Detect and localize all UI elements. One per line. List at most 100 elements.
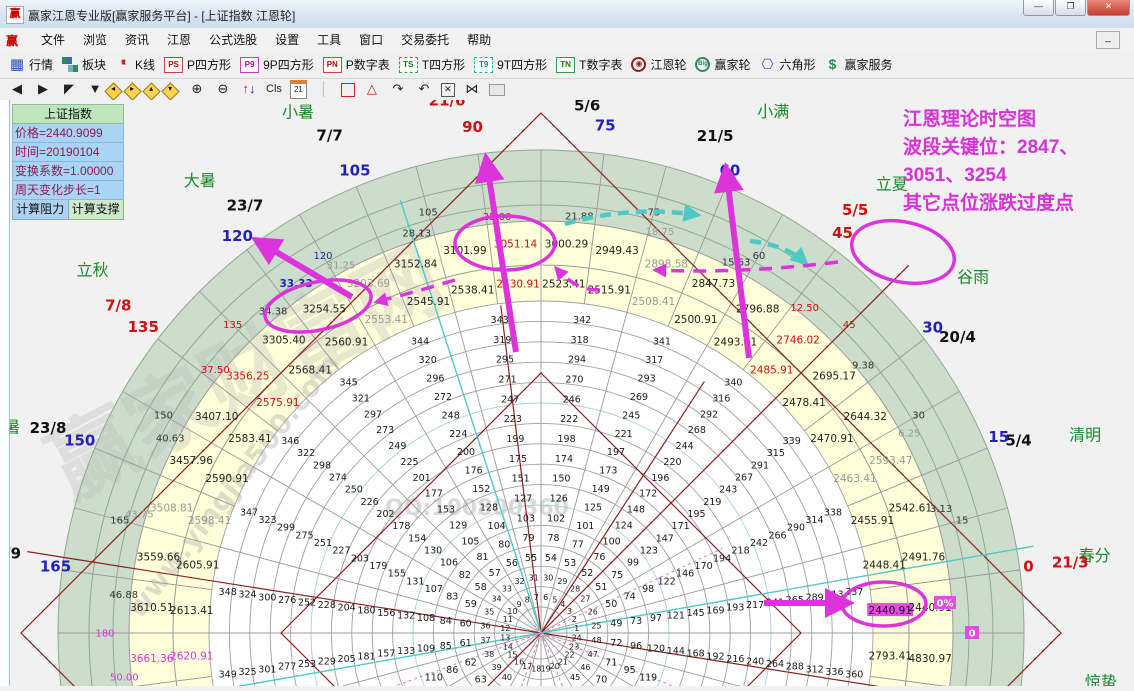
- pointer-up-icon[interactable]: ◤: [60, 80, 78, 99]
- svg-text:133: 133: [397, 646, 415, 657]
- updown-scale-icon[interactable]: ↑↓: [240, 80, 258, 99]
- shrink-icon[interactable]: ⋈: [463, 80, 481, 99]
- toolbar-t-square[interactable]: TST四方形: [399, 56, 465, 73]
- next-arrow-icon[interactable]: ▶: [34, 80, 52, 99]
- svg-text:2538.41: 2538.41: [451, 284, 494, 296]
- svg-text:60: 60: [753, 251, 766, 262]
- svg-text:197: 197: [607, 447, 625, 458]
- svg-text:3559.66: 3559.66: [137, 552, 181, 564]
- svg-text:122: 122: [658, 576, 676, 587]
- svg-text:2605.91: 2605.91: [176, 559, 219, 571]
- toolbar-gann-wheel[interactable]: ◉江恩轮: [631, 56, 686, 73]
- calendar-icon[interactable]: 21: [290, 80, 307, 99]
- svg-text:29: 29: [557, 577, 567, 586]
- pointer-down-icon[interactable]: ▼: [86, 80, 104, 99]
- svg-text:2593.47: 2593.47: [869, 455, 912, 467]
- close-button[interactable]: ✕: [1087, 0, 1130, 16]
- svg-text:3661.36: 3661.36: [130, 653, 174, 665]
- toolbar-9t-square[interactable]: T99T四方形: [474, 56, 547, 73]
- svg-text:30: 30: [922, 318, 943, 336]
- svg-text:220: 220: [663, 457, 681, 468]
- rotate-cw-icon[interactable]: ↷: [389, 80, 407, 99]
- tn-table-icon: TN: [556, 57, 575, 73]
- svg-text:266: 266: [768, 530, 786, 541]
- toolbar-t-table[interactable]: TNT数字表: [556, 56, 622, 73]
- svg-text:345: 345: [340, 378, 358, 389]
- prev-arrow-icon[interactable]: ◀: [8, 80, 26, 99]
- svg-text:324: 324: [238, 590, 256, 601]
- toolbar-quotes[interactable]: ▦行情: [9, 56, 53, 73]
- expand-icon[interactable]: ✕: [441, 83, 455, 97]
- svg-text:惊蛰: 惊蛰: [1085, 673, 1117, 686]
- minimize-button[interactable]: —: [1023, 0, 1054, 16]
- menu-trade[interactable]: 交易委托: [392, 29, 458, 50]
- menu-browse[interactable]: 浏览: [74, 29, 116, 50]
- menu-formula-stock-pick[interactable]: 公式选股: [200, 29, 266, 50]
- svg-text:37.50: 37.50: [201, 365, 230, 376]
- toolbar-9p-square[interactable]: P99P四方形: [240, 56, 314, 73]
- svg-text:252: 252: [298, 598, 316, 609]
- svg-text:50: 50: [605, 599, 617, 610]
- toolbar-p-table[interactable]: PNP数字表: [323, 56, 390, 73]
- svg-text:251: 251: [314, 538, 332, 549]
- menu-window[interactable]: 窗口: [350, 29, 392, 50]
- svg-text:3305.40: 3305.40: [262, 334, 305, 346]
- maximize-button[interactable]: ❐: [1055, 0, 1086, 16]
- svg-text:270: 270: [565, 375, 583, 386]
- svg-text:100: 100: [603, 536, 621, 547]
- calc-resistance-button[interactable]: 计算阻力: [12, 200, 69, 220]
- square-tool-icon[interactable]: [341, 83, 355, 97]
- triangle-tool-icon[interactable]: △: [363, 80, 381, 99]
- svg-text:192: 192: [706, 651, 724, 662]
- svg-text:321: 321: [352, 393, 370, 404]
- toolbar-p-square[interactable]: PSP四方形: [164, 56, 231, 73]
- svg-text:24: 24: [572, 633, 582, 642]
- menu-news[interactable]: 资讯: [116, 29, 158, 50]
- svg-text:2448.41: 2448.41: [863, 559, 906, 571]
- toolbar-sectors[interactable]: 板块: [62, 56, 106, 73]
- svg-text:292: 292: [700, 409, 718, 420]
- svg-text:198: 198: [558, 434, 576, 445]
- calc-support-button[interactable]: 计算支撑: [69, 200, 125, 220]
- toolbar-service[interactable]: $赢家服务: [825, 56, 893, 73]
- svg-text:6.25: 6.25: [898, 429, 920, 440]
- menu-file[interactable]: 文件: [32, 29, 74, 50]
- svg-text:272: 272: [434, 392, 452, 403]
- svg-text:216: 216: [726, 654, 744, 665]
- svg-text:84: 84: [440, 616, 452, 627]
- toolbar-hexagon[interactable]: ⎔六角形: [760, 56, 816, 73]
- svg-text:132: 132: [397, 611, 415, 622]
- info-panel: 上证指数 价格=2440.9099 时间=20190104 变换系数=1.000…: [12, 104, 124, 220]
- svg-text:72: 72: [610, 638, 622, 649]
- svg-text:76: 76: [593, 552, 605, 563]
- svg-text:168: 168: [687, 649, 705, 660]
- svg-text:37: 37: [480, 636, 490, 645]
- svg-text:12.50: 12.50: [790, 303, 819, 314]
- svg-text:205: 205: [338, 654, 356, 665]
- svg-text:39: 39: [491, 663, 501, 672]
- zoom-in-icon[interactable]: ⊕: [188, 80, 206, 99]
- screen-icon[interactable]: [489, 84, 505, 96]
- move-right-diamond-icon[interactable]: ▸: [123, 82, 141, 100]
- menu-gann[interactable]: 江恩: [158, 29, 200, 50]
- svg-text:320: 320: [419, 355, 437, 366]
- svg-text:0: 0: [1023, 557, 1033, 575]
- svg-text:30: 30: [912, 411, 925, 422]
- svg-text:106: 106: [440, 558, 458, 569]
- menu-settings[interactable]: 设置: [266, 29, 308, 50]
- toolbar-winner-wheel[interactable]: Big赢家轮: [695, 56, 750, 73]
- svg-text:288: 288: [786, 662, 804, 673]
- move-up-diamond-icon[interactable]: ▴: [142, 82, 160, 100]
- menu-tools[interactable]: 工具: [308, 29, 350, 50]
- svg-text:32: 32: [514, 577, 524, 586]
- svg-text:7/8: 7/8: [105, 296, 131, 314]
- menu-help[interactable]: 帮助: [458, 29, 500, 50]
- mdi-minimize-button[interactable]: _: [1096, 31, 1120, 49]
- zoom-out-icon[interactable]: ⊖: [214, 80, 232, 99]
- svg-text:179: 179: [369, 561, 387, 572]
- cls-button[interactable]: Cls: [266, 80, 282, 99]
- move-down-diamond-icon[interactable]: ▾: [161, 82, 179, 100]
- rotate-ccw-icon[interactable]: ↶: [415, 80, 433, 99]
- toolbar-kline[interactable]: ᵗᵗᵗK线: [115, 56, 155, 73]
- move-left-diamond-icon[interactable]: ◂: [104, 82, 122, 100]
